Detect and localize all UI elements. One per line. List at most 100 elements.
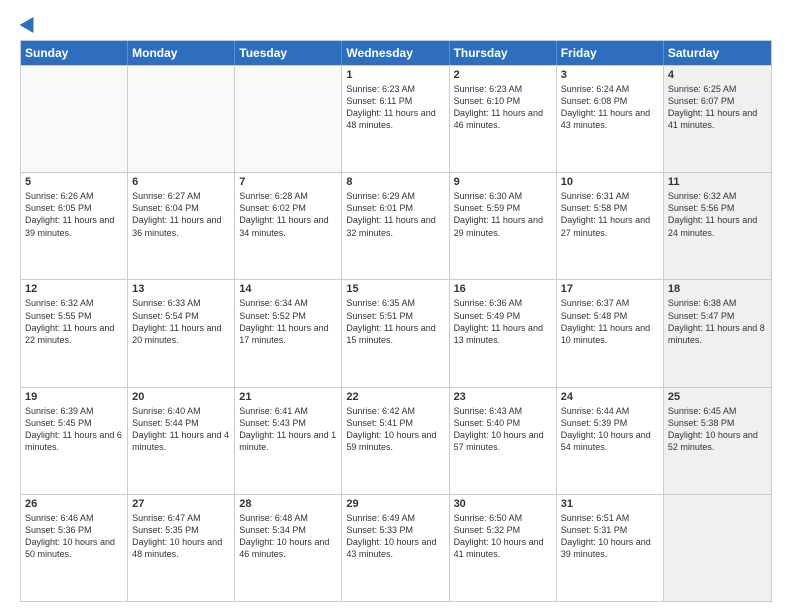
day-cell-20: 20 Sunrise: 6:40 AM Sunset: 5:44 PM Dayli… — [128, 388, 235, 494]
day-cell-4: 4 Sunrise: 6:25 AM Sunset: 6:07 PM Daylig… — [664, 66, 771, 172]
day-number: 30 — [454, 498, 552, 510]
day-cell-12: 12 Sunrise: 6:32 AM Sunset: 5:55 PM Dayli… — [21, 280, 128, 386]
day-number: 8 — [346, 176, 444, 188]
day-number: 11 — [668, 176, 767, 188]
day-info: Sunrise: 6:43 AM Sunset: 5:40 PM Dayligh… — [454, 405, 552, 454]
weekday-header-tuesday: Tuesday — [235, 41, 342, 65]
day-number: 6 — [132, 176, 230, 188]
day-info: Sunrise: 6:32 AM Sunset: 5:56 PM Dayligh… — [668, 190, 767, 239]
day-number: 18 — [668, 283, 767, 295]
day-cell-15: 15 Sunrise: 6:35 AM Sunset: 5:51 PM Dayli… — [342, 280, 449, 386]
day-info: Sunrise: 6:36 AM Sunset: 5:49 PM Dayligh… — [454, 297, 552, 346]
day-cell-19: 19Sunrise: 6:39 AM Sunset: 5:45 PM Dayli… — [21, 388, 128, 494]
logo — [20, 16, 38, 32]
day-info: Sunrise: 6:51 AM Sunset: 5:31 PM Dayligh… — [561, 512, 659, 561]
day-cell-16: 16 Sunrise: 6:36 AM Sunset: 5:49 PM Dayli… — [450, 280, 557, 386]
calendar-row-4: 26Sunrise: 6:46 AM Sunset: 5:36 PM Dayli… — [21, 494, 771, 601]
day-info: Sunrise: 6:32 AM Sunset: 5:55 PM Dayligh… — [25, 297, 123, 346]
day-cell-26: 26Sunrise: 6:46 AM Sunset: 5:36 PM Dayli… — [21, 495, 128, 601]
day-info: Sunrise: 6:42 AM Sunset: 5:41 PM Dayligh… — [346, 405, 444, 454]
day-number: 20 — [132, 391, 230, 403]
empty-cell-r4c6 — [664, 495, 771, 601]
day-info: Sunrise: 6:28 AM Sunset: 6:02 PM Dayligh… — [239, 190, 337, 239]
day-cell-18: 18 Sunrise: 6:38 AM Sunset: 5:47 PM Dayli… — [664, 280, 771, 386]
day-cell-23: 23 Sunrise: 6:43 AM Sunset: 5:40 PM Dayli… — [450, 388, 557, 494]
day-number: 14 — [239, 283, 337, 295]
day-cell-14: 14 Sunrise: 6:34 AM Sunset: 5:52 PM Dayli… — [235, 280, 342, 386]
header — [20, 16, 772, 32]
day-cell-9: 9 Sunrise: 6:30 AM Sunset: 5:59 PM Daylig… — [450, 173, 557, 279]
day-number: 26 — [25, 498, 123, 510]
day-number: 29 — [346, 498, 444, 510]
day-number: 16 — [454, 283, 552, 295]
day-number: 21 — [239, 391, 337, 403]
day-info: Sunrise: 6:27 AM Sunset: 6:04 PM Dayligh… — [132, 190, 230, 239]
day-info: Sunrise: 6:47 AM Sunset: 5:35 PM Dayligh… — [132, 512, 230, 561]
day-cell-22: 22 Sunrise: 6:42 AM Sunset: 5:41 PM Dayli… — [342, 388, 449, 494]
day-number: 5 — [25, 176, 123, 188]
day-info: Sunrise: 6:23 AM Sunset: 6:11 PM Dayligh… — [346, 83, 444, 132]
empty-cell-r0c0 — [21, 66, 128, 172]
page: SundayMondayTuesdayWednesdayThursdayFrid… — [0, 0, 792, 612]
calendar-row-1: 5 Sunrise: 6:26 AM Sunset: 6:05 PM Daylig… — [21, 172, 771, 279]
day-info: Sunrise: 6:38 AM Sunset: 5:47 PM Dayligh… — [668, 297, 767, 346]
day-info: Sunrise: 6:45 AM Sunset: 5:38 PM Dayligh… — [668, 405, 767, 454]
day-cell-29: 29 Sunrise: 6:49 AM Sunset: 5:33 PM Dayli… — [342, 495, 449, 601]
day-cell-30: 30 Sunrise: 6:50 AM Sunset: 5:32 PM Dayli… — [450, 495, 557, 601]
day-number: 28 — [239, 498, 337, 510]
day-info: Sunrise: 6:41 AM Sunset: 5:43 PM Dayligh… — [239, 405, 337, 454]
day-info: Sunrise: 6:49 AM Sunset: 5:33 PM Dayligh… — [346, 512, 444, 561]
day-number: 12 — [25, 283, 123, 295]
day-info: Sunrise: 6:26 AM Sunset: 6:05 PM Dayligh… — [25, 190, 123, 239]
calendar-row-2: 12 Sunrise: 6:32 AM Sunset: 5:55 PM Dayli… — [21, 279, 771, 386]
day-cell-27: 27 Sunrise: 6:47 AM Sunset: 5:35 PM Dayli… — [128, 495, 235, 601]
day-number: 17 — [561, 283, 659, 295]
day-info: Sunrise: 6:40 AM Sunset: 5:44 PM Dayligh… — [132, 405, 230, 454]
day-number: 23 — [454, 391, 552, 403]
day-number: 19 — [25, 391, 123, 403]
day-number: 7 — [239, 176, 337, 188]
day-number: 3 — [561, 69, 659, 81]
weekday-header-saturday: Saturday — [664, 41, 771, 65]
day-info: Sunrise: 6:30 AM Sunset: 5:59 PM Dayligh… — [454, 190, 552, 239]
day-number: 25 — [668, 391, 767, 403]
day-info: Sunrise: 6:24 AM Sunset: 6:08 PM Dayligh… — [561, 83, 659, 132]
day-number: 9 — [454, 176, 552, 188]
calendar-body: 1 Sunrise: 6:23 AM Sunset: 6:11 PM Daylig… — [21, 65, 771, 601]
day-number: 1 — [346, 69, 444, 81]
day-number: 27 — [132, 498, 230, 510]
day-info: Sunrise: 6:48 AM Sunset: 5:34 PM Dayligh… — [239, 512, 337, 561]
day-info: Sunrise: 6:34 AM Sunset: 5:52 PM Dayligh… — [239, 297, 337, 346]
day-cell-7: 7 Sunrise: 6:28 AM Sunset: 6:02 PM Daylig… — [235, 173, 342, 279]
day-cell-17: 17 Sunrise: 6:37 AM Sunset: 5:48 PM Dayli… — [557, 280, 664, 386]
day-cell-13: 13Sunrise: 6:33 AM Sunset: 5:54 PM Dayli… — [128, 280, 235, 386]
day-cell-10: 10Sunrise: 6:31 AM Sunset: 5:58 PM Dayli… — [557, 173, 664, 279]
day-info: Sunrise: 6:25 AM Sunset: 6:07 PM Dayligh… — [668, 83, 767, 132]
calendar: SundayMondayTuesdayWednesdayThursdayFrid… — [20, 40, 772, 602]
day-cell-24: 24 Sunrise: 6:44 AM Sunset: 5:39 PM Dayli… — [557, 388, 664, 494]
day-number: 4 — [668, 69, 767, 81]
day-cell-1: 1 Sunrise: 6:23 AM Sunset: 6:11 PM Daylig… — [342, 66, 449, 172]
day-number: 2 — [454, 69, 552, 81]
day-cell-31: 31Sunrise: 6:51 AM Sunset: 5:31 PM Dayli… — [557, 495, 664, 601]
day-info: Sunrise: 6:35 AM Sunset: 5:51 PM Dayligh… — [346, 297, 444, 346]
calendar-header: SundayMondayTuesdayWednesdayThursdayFrid… — [21, 41, 771, 65]
day-info: Sunrise: 6:37 AM Sunset: 5:48 PM Dayligh… — [561, 297, 659, 346]
day-number: 15 — [346, 283, 444, 295]
weekday-header-friday: Friday — [557, 41, 664, 65]
empty-cell-r0c1 — [128, 66, 235, 172]
day-cell-11: 11 Sunrise: 6:32 AM Sunset: 5:56 PM Dayli… — [664, 173, 771, 279]
weekday-header-monday: Monday — [128, 41, 235, 65]
day-info: Sunrise: 6:23 AM Sunset: 6:10 PM Dayligh… — [454, 83, 552, 132]
empty-cell-r0c2 — [235, 66, 342, 172]
day-cell-2: 2 Sunrise: 6:23 AM Sunset: 6:10 PM Daylig… — [450, 66, 557, 172]
day-number: 24 — [561, 391, 659, 403]
day-info: Sunrise: 6:44 AM Sunset: 5:39 PM Dayligh… — [561, 405, 659, 454]
day-cell-8: 8Sunrise: 6:29 AM Sunset: 6:01 PM Daylig… — [342, 173, 449, 279]
day-number: 10 — [561, 176, 659, 188]
day-info: Sunrise: 6:33 AM Sunset: 5:54 PM Dayligh… — [132, 297, 230, 346]
day-cell-3: 3 Sunrise: 6:24 AM Sunset: 6:08 PM Daylig… — [557, 66, 664, 172]
day-info: Sunrise: 6:50 AM Sunset: 5:32 PM Dayligh… — [454, 512, 552, 561]
day-number: 22 — [346, 391, 444, 403]
day-cell-28: 28 Sunrise: 6:48 AM Sunset: 5:34 PM Dayli… — [235, 495, 342, 601]
